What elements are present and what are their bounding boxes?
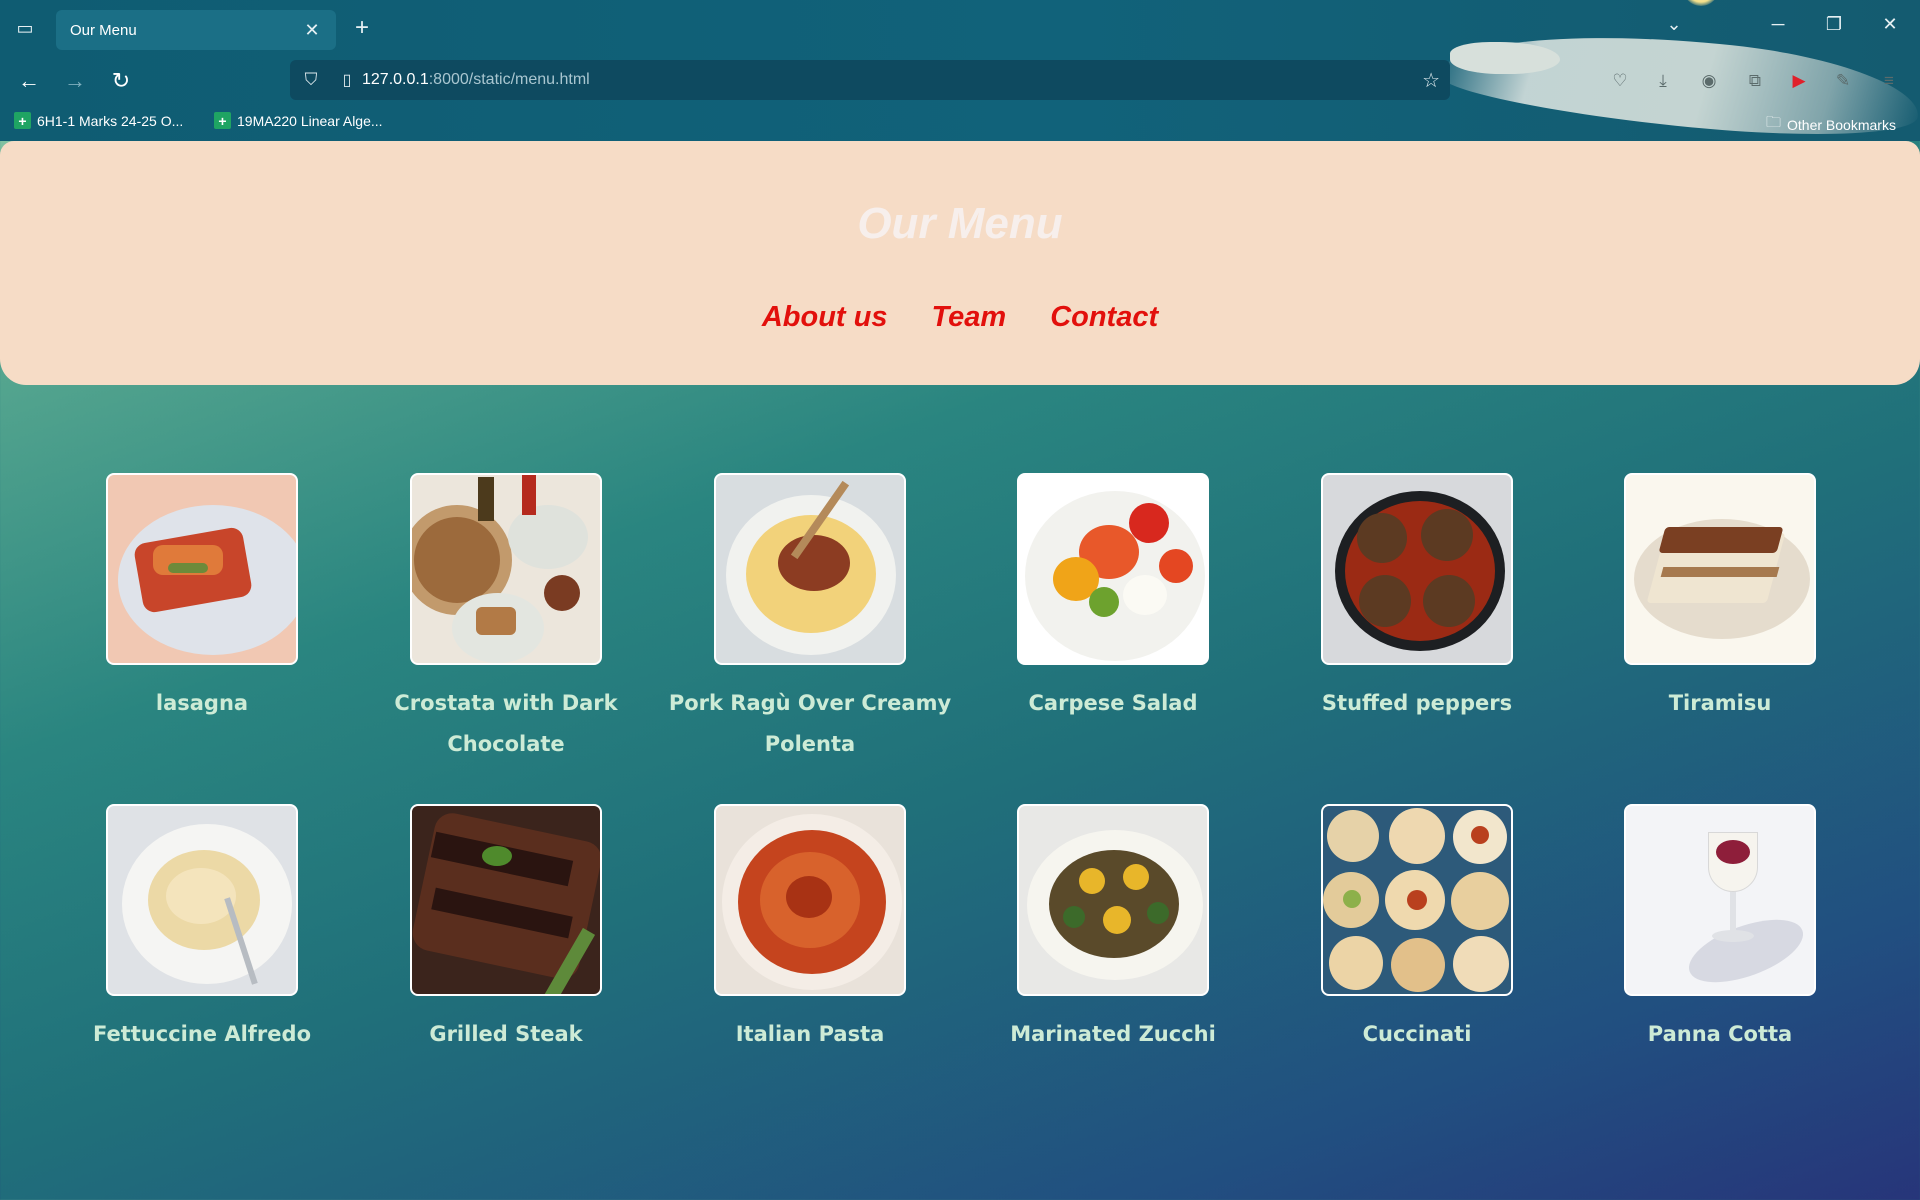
bookmark-label: 19MA220 Linear Alge... xyxy=(237,112,383,129)
zucchini-photo xyxy=(1017,804,1209,996)
url-path: :8000/static/menu.html xyxy=(428,71,590,88)
cuccinati-photo xyxy=(1321,804,1513,996)
dish-name: Grilled Steak xyxy=(429,1022,583,1046)
dish-name: Panna Cotta xyxy=(1647,1022,1793,1046)
restore-icon[interactable]: ❐ xyxy=(1820,14,1848,35)
fettuccine-photo xyxy=(106,804,298,996)
dish-name: Fettuccine Alfredo xyxy=(92,1022,311,1046)
close-tab-icon[interactable]: ✕ xyxy=(302,20,322,41)
tracking-shield-icon[interactable]: ⛉ xyxy=(290,70,332,90)
menu-icon[interactable]: ≡ xyxy=(1876,68,1902,94)
browser-chrome: ▭ Our Menu ✕ + ⌄ ─ ❐ ✕ ← → ↻ ⛉ ▯ 127.0.0… xyxy=(0,0,1920,151)
nav-team[interactable]: Team xyxy=(932,301,1007,334)
url-host: 127.0.0.1 xyxy=(362,71,429,88)
page-info-icon[interactable]: ▯ xyxy=(332,70,362,90)
back-icon[interactable]: ← xyxy=(14,66,44,96)
dish-name: Italian Pasta xyxy=(735,1022,885,1046)
nav-contact[interactable]: Contact xyxy=(1050,301,1158,334)
bookmark-label: 6H1-1 Marks 24-25 O... xyxy=(37,112,184,129)
dish-name: Pork Ragù Over Creamy Polenta xyxy=(668,691,952,756)
extensions-icon[interactable]: ⧉ xyxy=(1742,68,1768,94)
salad-photo xyxy=(1017,473,1209,665)
nav-about-us[interactable]: About us xyxy=(762,301,888,334)
new-tab-icon[interactable]: + xyxy=(350,14,374,42)
account-icon[interactable]: ◉ xyxy=(1696,68,1722,94)
steak-photo xyxy=(410,804,602,996)
pen-extension-icon[interactable]: ✎ xyxy=(1830,68,1856,94)
bookmark-star-icon[interactable]: ☆ xyxy=(1422,68,1440,93)
minimize-icon[interactable]: ─ xyxy=(1764,14,1792,35)
pasta-photo xyxy=(714,804,906,996)
sheets-icon: + xyxy=(14,112,31,129)
other-bookmarks[interactable]: 🗀 Other Bookmarks xyxy=(1766,112,1896,137)
panna-cotta-photo xyxy=(1624,804,1816,996)
polenta-photo xyxy=(714,473,906,665)
dish-name: Tiramisu xyxy=(1668,691,1772,715)
forward-icon[interactable]: → xyxy=(60,66,90,96)
tab-list-icon[interactable]: ▭ xyxy=(12,16,38,40)
tiramisu-photo xyxy=(1624,473,1816,665)
close-window-icon[interactable]: ✕ xyxy=(1876,14,1904,35)
bookmark-linear-algebra[interactable]: + 19MA220 Linear Alge... xyxy=(214,112,383,129)
lasagna-photo xyxy=(106,473,298,665)
pocket-icon[interactable]: ♡ xyxy=(1607,68,1633,94)
peppers-photo xyxy=(1321,473,1513,665)
tab-our-menu[interactable]: Our Menu ✕ xyxy=(56,10,336,50)
dish-name: Marinated Zucchi xyxy=(1010,1022,1216,1046)
dish-name: lasagna xyxy=(155,691,249,715)
youtube-extension-icon[interactable]: ▶ xyxy=(1786,68,1812,94)
site-header: Our Menu About us Team Contact xyxy=(0,141,1920,385)
bookmark-marks[interactable]: + 6H1-1 Marks 24-25 O... xyxy=(14,112,183,129)
address-bar[interactable]: ⛉ ▯ 127.0.0.1:8000/static/menu.html ☆ xyxy=(290,60,1450,100)
page-title: Our Menu xyxy=(857,199,1063,248)
list-all-tabs-icon[interactable]: ⌄ xyxy=(1660,14,1688,35)
crostata-photo xyxy=(410,473,602,665)
moon-decoration xyxy=(1683,0,1719,6)
dish-name: Carpese Salad xyxy=(1028,691,1198,715)
folder-icon: 🗀 xyxy=(1766,114,1782,131)
reload-icon[interactable]: ↻ xyxy=(106,66,136,96)
dish-name: Cuccinati xyxy=(1362,1022,1472,1046)
downloads-icon[interactable]: ⤓ xyxy=(1650,68,1676,94)
sheets-icon: + xyxy=(214,112,231,129)
site-nav: About us Team Contact xyxy=(0,301,1920,334)
theme-dragon-head-decoration xyxy=(1450,42,1560,74)
dish-name: Crostata with Dark Chocolate xyxy=(394,691,618,756)
other-bookmarks-label: Other Bookmarks xyxy=(1787,116,1896,133)
tab-title: Our Menu xyxy=(70,21,137,39)
dish-name: Stuffed peppers xyxy=(1321,691,1513,715)
